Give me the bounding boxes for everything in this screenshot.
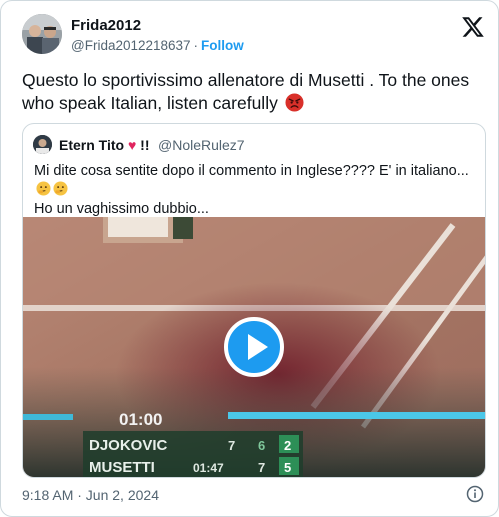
heart-icon: ♥	[127, 137, 137, 153]
tweet-card: Frida2012 @Frida2012218637 · Follow Questo…	[0, 0, 499, 517]
tweet-text: Questo lo sportivissimo allenatore di Mu…	[22, 70, 470, 113]
quoted-text: Mi dite cosa sentite dopo il commento in…	[34, 163, 469, 179]
author-avatar[interactable]	[22, 14, 62, 54]
x-logo-icon[interactable]	[461, 15, 485, 39]
thinking-face-icon	[53, 181, 68, 196]
scoreboard-player2: MUSETTI	[89, 459, 155, 476]
scoreboard-time: 01:00	[119, 410, 162, 429]
video-player[interactable]: 01:00 DJOKOVIC 7 6 2 MUSETTI 01:47 7 5	[23, 217, 485, 477]
tweet-text-container: Questo lo sportivissimo allenatore di Mu…	[22, 69, 492, 115]
quoted-display-name[interactable]: Etern Tito	[59, 137, 124, 153]
quoted-name-line[interactable]: Etern Tito ♥ !!	[59, 137, 150, 153]
handle-separator: ·	[193, 38, 199, 53]
author-handle[interactable]: @Frida2012218637	[71, 38, 191, 53]
scoreboard-player1: DJOKOVIC	[89, 437, 168, 454]
angry-face-icon	[285, 93, 304, 112]
player1-set2: 6	[258, 438, 265, 453]
quoted-text-line2: Ho un vaghissimo dubbio...	[34, 201, 209, 217]
player2-time: 01:47	[193, 461, 224, 475]
quoted-bangs: !!	[140, 137, 150, 153]
info-icon[interactable]	[466, 485, 484, 503]
quoted-tweet[interactable]: Etern Tito ♥ !! @NoleRulez7 Mi dite cosa…	[22, 123, 486, 478]
author-display-name[interactable]: Frida2012	[71, 17, 141, 34]
quoted-avatar[interactable]	[33, 135, 52, 154]
play-button[interactable]	[224, 317, 284, 377]
quoted-handle[interactable]: @NoleRulez7	[158, 137, 245, 153]
player1-set3: 2	[284, 438, 291, 453]
player2-set2: 5	[284, 460, 291, 475]
player1-set1: 7	[228, 438, 235, 453]
player2-set1: 7	[258, 460, 265, 475]
follow-button[interactable]: Follow	[201, 38, 244, 53]
author-handle-line: @Frida2012218637 · Follow	[71, 38, 244, 53]
quoted-text-container: Mi dite cosa sentite dopo il commento in…	[34, 162, 479, 219]
thinking-face-icon	[36, 181, 51, 196]
tweet-timestamp[interactable]: 9:18 AM · Jun 2, 2024	[22, 487, 159, 503]
